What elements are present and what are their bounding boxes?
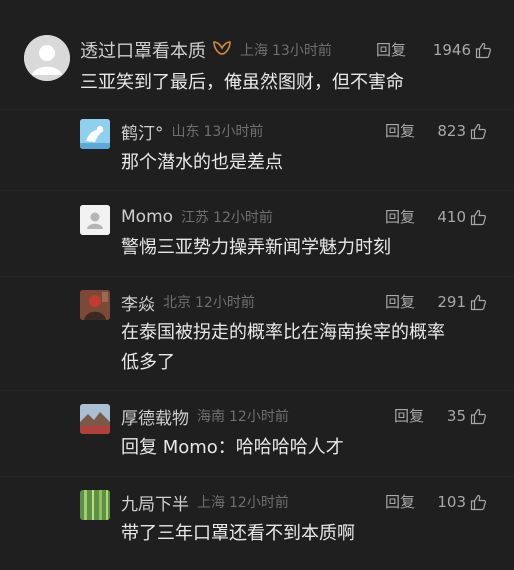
comment-text: 回复 Momo：哈哈哈哈人才 [121,437,344,458]
timestamp: 13小时前 [272,43,332,59]
like-button[interactable]: 1946 [433,38,492,62]
timestamp: 12小时前 [229,409,289,425]
like-count: 1946 [432,41,471,59]
comment-meta: 九局下半 上海 12小时前 [121,490,289,515]
avatar[interactable] [80,119,110,149]
avatar-image-icon [80,404,110,434]
like-count: 103 [437,493,466,511]
avatar[interactable] [80,404,110,434]
like-button[interactable]: 291 [437,290,487,314]
thumbs-up-icon [475,42,491,58]
thumbs-up-icon [470,209,486,225]
username[interactable]: Momo [121,207,173,227]
like-count: 410 [437,208,466,226]
comment-text: 三亚笑到了最后，俺虽然图财，但不害命 [80,72,404,93]
comment-meta: 李焱 北京 12小时前 [121,290,255,315]
location: 山东 [171,124,200,140]
timestamp: 13小时前 [203,124,264,140]
default-avatar-icon [80,205,110,235]
comment-meta: 透过口罩看本质 上海 13小时前 [80,38,332,62]
divider [0,276,514,277]
username[interactable]: 李焱 [121,290,155,315]
location: 江苏 [181,210,210,226]
default-avatar-icon [24,35,70,81]
comment-text-line: 在泰国被拐走的概率比在海南挨宰的概率 [121,322,445,343]
divider [0,190,514,191]
thumbs-up-icon [470,494,486,510]
timestamp: 12小时前 [195,295,255,311]
avatar-image-icon [80,119,110,149]
like-button[interactable]: 103 [437,490,487,514]
comment-text-line: 低多了 [121,352,175,373]
timestamp: 12小时前 [213,210,273,226]
like-count: 35 [446,407,466,425]
like-button[interactable]: 410 [437,205,487,229]
comment-text: 警惕三亚势力操弄新闻学魅力时刻 [121,237,391,258]
divider [0,476,514,477]
username[interactable]: 厚德载物 [121,404,189,429]
location: 上海 [240,43,268,59]
divider [0,109,514,110]
location: 北京 [163,295,191,311]
avatar[interactable] [80,490,110,520]
reply-button[interactable]: 回复 [385,490,415,514]
divider [0,390,514,391]
avatar[interactable] [24,35,70,81]
username[interactable]: 透过口罩看本质 [80,37,206,63]
reply-button[interactable]: 回复 [376,38,406,62]
comment-meta: Momo 江苏 12小时前 [121,205,273,229]
avatar-image-icon [80,490,110,520]
avatar[interactable] [80,290,110,320]
thumbs-up-icon [470,294,486,310]
thumbs-up-icon [470,123,486,139]
like-button[interactable]: 35 [447,404,487,428]
vip-badge-icon [212,40,232,60]
like-count: 823 [437,122,466,140]
reply-button[interactable]: 回复 [385,119,415,143]
reply-button[interactable]: 回复 [394,404,424,428]
timestamp: 12小时前 [229,495,289,511]
avatar-image-icon [80,290,110,320]
like-count: 291 [437,293,466,311]
username[interactable]: 鹤汀° [121,119,164,144]
comment-thread: 透过口罩看本质 上海 13小时前 回复 1946 三亚笑到了最后，俺虽然图财，但… [0,0,514,570]
location: 海南 [197,409,225,425]
like-button[interactable]: 823 [437,119,487,143]
comment-meta: 鹤汀° 山东 13小时前 [121,119,264,144]
avatar[interactable] [80,205,110,235]
location: 上海 [197,495,225,511]
reply-button[interactable]: 回复 [385,290,415,314]
comment-meta: 厚德载物 海南 12小时前 [121,404,289,429]
thumbs-up-icon [470,408,486,424]
comment-text: 带了三年口罩还看不到本质啊 [121,523,355,544]
reply-button[interactable]: 回复 [385,205,415,229]
comment-text: 那个潜水的也是差点 [121,152,283,173]
username[interactable]: 九局下半 [121,490,189,515]
